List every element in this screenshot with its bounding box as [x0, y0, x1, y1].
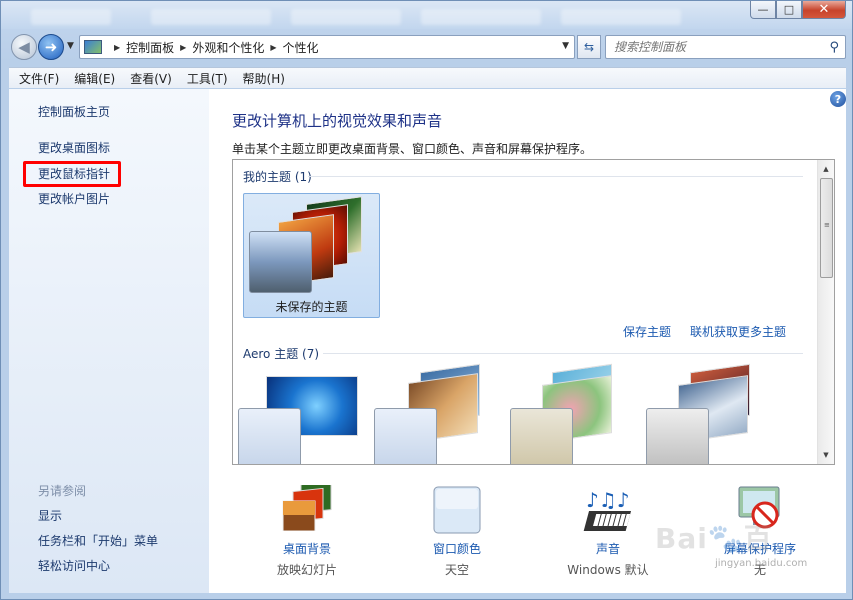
- save-theme-link[interactable]: 保存主题: [623, 323, 671, 340]
- maximize-button[interactable]: □: [776, 1, 802, 19]
- theme-name: 未保存的主题: [275, 300, 348, 314]
- theme-unsaved[interactable]: 未保存的主题: [243, 193, 380, 318]
- theme-window-preview: [238, 408, 301, 464]
- page-title: 更改计算机上的视觉效果和声音: [232, 112, 443, 130]
- control-panel-window: — □ ✕ ◀ ➜ ▼ ▶ 控制面板 ▶ 外观和个性化 ▶ 个性化 ▼ ⇆ ⚲ …: [0, 0, 853, 600]
- get-more-themes-link[interactable]: 联机获取更多主题: [690, 323, 786, 340]
- refresh-button[interactable]: ⇆: [577, 35, 601, 59]
- theme-window-preview: [249, 231, 312, 293]
- breadcrumb-control-panel[interactable]: 控制面板: [126, 39, 174, 56]
- see-also-ease-of-access[interactable]: 轻松访问中心: [38, 557, 110, 574]
- theme-list: 我的主题 (1) 未保存的主题 保存主题 联机获取更多主题 Aero 主题 (7…: [232, 159, 835, 465]
- menu-help[interactable]: 帮助(H): [243, 70, 285, 87]
- sound-icon: ♪♫♪: [582, 485, 634, 538]
- address-bar[interactable]: ▶ 控制面板 ▶ 外观和个性化 ▶ 个性化 ▼: [79, 35, 575, 59]
- help-button[interactable]: ?: [830, 91, 846, 107]
- divider: [308, 176, 803, 177]
- menu-view[interactable]: 查看(V): [130, 70, 172, 87]
- sidebar-home-link[interactable]: 控制面板主页: [38, 103, 110, 120]
- blurred-taskbar-item: [561, 9, 681, 25]
- chevron-down-icon[interactable]: ▼: [562, 41, 569, 51]
- setting-window-color[interactable]: 窗口颜色 天空: [392, 485, 522, 585]
- theme-aero-windows7[interactable]: [238, 368, 358, 464]
- theme-aero-architecture[interactable]: [374, 363, 489, 464]
- desktop-background-icon: [279, 480, 335, 534]
- setting-label: 窗口颜色: [432, 542, 481, 556]
- sidebar-link-account-picture[interactable]: 更改帐户图片: [38, 190, 110, 207]
- close-button[interactable]: ✕: [802, 1, 846, 19]
- back-button[interactable]: ◀: [11, 34, 37, 60]
- recent-pages-dropdown[interactable]: ▼: [67, 41, 74, 51]
- chevron-right-icon[interactable]: ▶: [270, 43, 276, 52]
- breadcrumb-personalization[interactable]: 个性化: [283, 39, 319, 56]
- theme-window-preview: [646, 408, 709, 464]
- window-controls: — □ ✕: [750, 1, 846, 19]
- baidu-watermark: Bai🐾百: [655, 522, 773, 555]
- setting-sound[interactable]: ♪♫♪ 声音 Windows 默认: [543, 485, 673, 585]
- scroll-thumb[interactable]: ≡: [820, 178, 833, 278]
- menu-file[interactable]: 文件(F): [19, 70, 59, 87]
- scroll-up-arrow[interactable]: ▲: [818, 161, 834, 177]
- my-themes-header: 我的主题 (1): [243, 170, 312, 184]
- forward-button[interactable]: ➜: [38, 34, 64, 60]
- window-color-icon: [432, 485, 482, 538]
- setting-value: Windows 默认: [567, 563, 649, 577]
- theme-aero-landscapes[interactable]: [646, 363, 761, 464]
- control-panel-icon: [84, 40, 102, 54]
- search-box[interactable]: ⚲: [605, 35, 846, 59]
- navigation-bar: ◀ ➜ ▼ ▶ 控制面板 ▶ 外观和个性化 ▶ 个性化 ▼ ⇆ ⚲: [9, 32, 846, 62]
- aero-themes-header: Aero 主题 (7): [243, 347, 320, 361]
- theme-aero-characters[interactable]: [510, 363, 625, 464]
- sidebar: 控制面板主页 更改桌面图标 更改鼠标指针 更改帐户图片 另请参阅 显示 任务栏和…: [9, 89, 209, 593]
- title-bar: — □ ✕: [1, 1, 852, 29]
- theme-window-preview: [374, 408, 437, 464]
- arrow-left-icon: ◀: [18, 38, 30, 56]
- minimize-button[interactable]: —: [750, 1, 776, 19]
- search-icon[interactable]: ⚲: [829, 40, 839, 55]
- page-description: 单击某个主题立即更改桌面背景、窗口颜色、声音和屏幕保护程序。: [232, 142, 593, 156]
- divider: [323, 353, 803, 354]
- search-input[interactable]: [614, 40, 814, 54]
- grip-icon: ≡: [824, 221, 830, 229]
- refresh-icon: ⇆: [583, 40, 595, 54]
- blurred-taskbar-item: [421, 9, 541, 25]
- svg-text:♪♫♪: ♪♫♪: [586, 488, 629, 512]
- chevron-right-icon[interactable]: ▶: [114, 43, 120, 52]
- menu-edit[interactable]: 编辑(E): [74, 70, 115, 87]
- see-also-taskbar[interactable]: 任务栏和「开始」菜单: [38, 532, 158, 549]
- setting-value: 天空: [444, 563, 469, 577]
- setting-label: 桌面背景: [282, 542, 331, 556]
- sidebar-link-desktop-icons[interactable]: 更改桌面图标: [38, 139, 110, 156]
- setting-value: 放映幻灯片: [276, 563, 337, 577]
- blurred-taskbar-item: [291, 9, 401, 25]
- menu-tools[interactable]: 工具(T): [187, 70, 228, 87]
- theme-window-preview: [510, 408, 573, 464]
- see-also-heading: 另请参阅: [38, 484, 87, 498]
- see-also-display[interactable]: 显示: [38, 507, 62, 524]
- breadcrumb-appearance[interactable]: 外观和个性化: [192, 39, 264, 56]
- baidu-watermark-url: jingyan.baidu.com: [715, 558, 808, 569]
- question-icon: ?: [834, 92, 842, 106]
- scroll-down-arrow[interactable]: ▼: [818, 447, 834, 463]
- chevron-right-icon[interactable]: ▶: [180, 43, 186, 52]
- arrow-right-icon: ➜: [44, 38, 58, 56]
- blurred-taskbar-item: [151, 9, 271, 25]
- blurred-taskbar-item: [31, 9, 111, 25]
- theme-list-scrollbar[interactable]: ▲ ≡ ▼: [817, 160, 834, 464]
- red-highlight-box: [23, 161, 121, 187]
- menu-bar: 文件(F) 编辑(E) 查看(V) 工具(T) 帮助(H): [9, 67, 846, 88]
- setting-label: 声音: [595, 542, 620, 556]
- setting-desktop-background[interactable]: 桌面背景 放映幻灯片: [242, 480, 372, 585]
